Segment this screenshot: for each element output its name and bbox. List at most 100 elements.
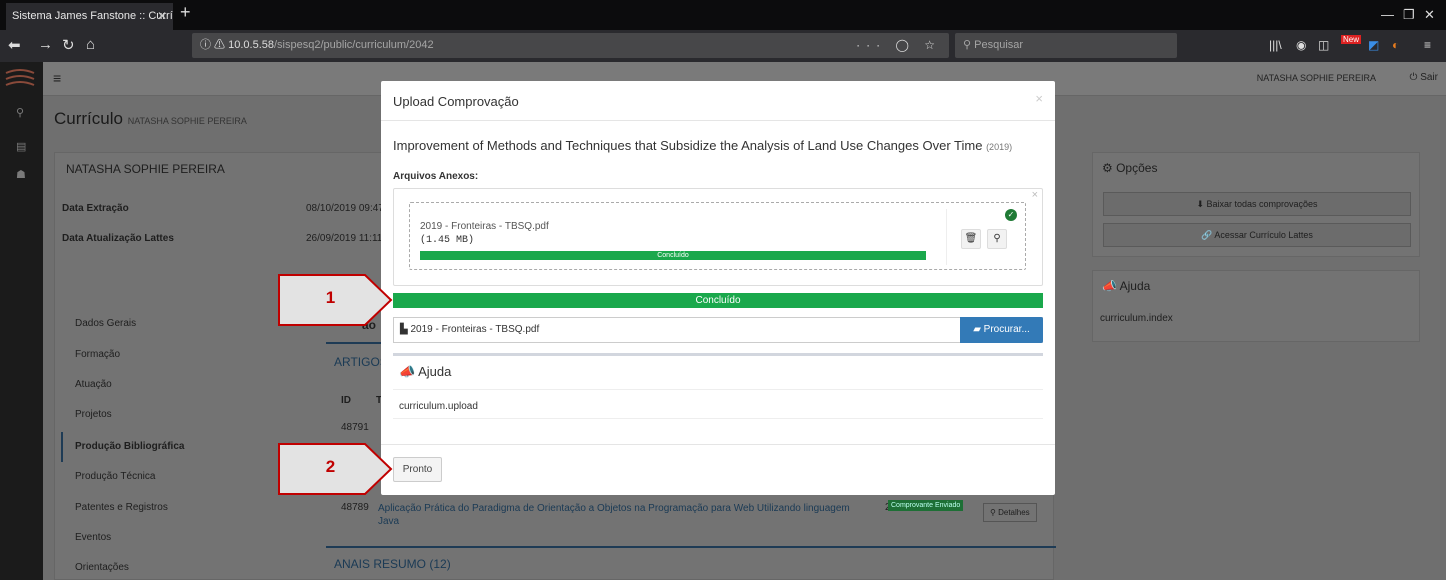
row-title-link[interactable]: Aplicação Prática do Paradigma de Orient… (378, 502, 868, 528)
file-name: 2019 - Fronteiras - TBSQ.pdf (420, 221, 549, 232)
nav-item-producao-tecnica[interactable]: Produção Técnica (75, 471, 155, 482)
file-actions: ✓ 🗑 ⚲ (946, 209, 1024, 265)
browse-label: Procurar... (983, 324, 1030, 335)
file-preview: 2019 - Fronteiras - TBSQ.pdf (1.45 MB) C… (409, 202, 1026, 270)
details-label: Detalhes (998, 508, 1030, 517)
page-title: Currículo NATASHA SOPHIE PEREIRA (54, 109, 247, 129)
nav-item-dados-gerais[interactable]: Dados Gerais (75, 318, 136, 329)
close-window-icon[interactable]: ✕ (1424, 7, 1435, 23)
nav-item-formacao[interactable]: Formação (75, 349, 120, 360)
restore-icon[interactable]: ❐ (1403, 7, 1415, 23)
home-icon[interactable]: ⌂ (86, 36, 95, 53)
file-progress-bar: Concluído (420, 251, 926, 260)
browser-tab-bar: Sistema James Fanstone :: Currículo ✕ + … (0, 0, 1446, 30)
browser-tab[interactable]: Sistema James Fanstone :: Currículo ✕ (6, 3, 173, 30)
nav-item-eventos[interactable]: Eventos (75, 532, 111, 543)
back-icon[interactable]: ⬅ (8, 36, 21, 54)
help-divider (393, 389, 1043, 390)
callout-2: 2 (278, 443, 393, 495)
search-input[interactable]: ⚲ Pesquisar (955, 33, 1177, 58)
site-info-icon[interactable]: ⓘ ⚠ (200, 39, 228, 51)
file-progress-fill: Concluído (420, 251, 926, 260)
zoom-icon[interactable]: ⚲ (987, 229, 1007, 249)
dropzone[interactable]: × 2019 - Fronteiras - TBSQ.pdf (1.45 MB)… (393, 188, 1043, 286)
file-size: (1.45 MB) (420, 235, 475, 246)
page-subtitle: NATASHA SOPHIE PEREIRA (127, 116, 247, 126)
upload-progress-bar: Concluído (393, 293, 1043, 308)
search-icon: ⚲ (963, 39, 975, 51)
url-bar[interactable]: ⓘ ⚠ 10.0.5.58/sispesq2/public/curriculum… (192, 33, 949, 58)
work-year: (2019) (986, 142, 1013, 152)
url-path: /sispesq2/public/curriculum/2042 (274, 39, 434, 51)
page-actions-icon[interactable]: ··· ◯ ☆ (856, 33, 941, 58)
work-title: Improvement of Methods and Techniques th… (393, 138, 1012, 153)
profile-name: NATASHA SOPHIE PEREIRA (66, 162, 225, 176)
row-id: 48789 (341, 502, 369, 513)
page-help-text: curriculum.index (1100, 313, 1173, 324)
check-icon: ✓ (1005, 209, 1017, 221)
logout-button[interactable]: ⏻ Sair (1410, 72, 1439, 83)
browser-nav-bar: ⬅ → ↻ ⌂ ⓘ ⚠ 10.0.5.58/sispesq2/public/cu… (0, 30, 1446, 62)
close-icon[interactable]: × (1035, 91, 1043, 106)
file-input[interactable]: ▙ 2019 - Fronteiras - TBSQ.pdf ▰ Procura… (393, 317, 1043, 343)
reload-icon[interactable]: ↻ (62, 36, 75, 54)
new-tab-button[interactable]: + (180, 2, 191, 23)
logo-icon (5, 69, 35, 86)
selected-file-name: 2019 - Fronteiras - TBSQ.pdf (410, 324, 540, 335)
active-nav-indicator (61, 432, 63, 462)
menu-icon[interactable]: ≡ (53, 70, 61, 86)
col-header-id: ID (341, 395, 351, 406)
lattes-label: Acessar Currículo Lattes (1214, 230, 1313, 240)
nav-item-atuacao[interactable]: Atuação (75, 379, 112, 390)
page-title-text: Currículo (54, 109, 123, 128)
left-sidebar: ⚲ ▤ ☗ (0, 62, 43, 580)
modal-footer-divider (381, 444, 1055, 445)
sidebar-icon[interactable]: ◫ (1318, 38, 1329, 52)
nav-item-patentes[interactable]: Patentes e Registros (75, 502, 168, 513)
nav-item-projetos[interactable]: Projetos (75, 409, 112, 420)
new-badge-icon[interactable]: New (1341, 35, 1362, 44)
forward-icon[interactable]: → (38, 36, 53, 53)
options-title: ⚙ Opções (1102, 161, 1158, 175)
row-label: Data Atualização Lattes (62, 233, 174, 244)
browse-button[interactable]: ▰ Procurar... (960, 317, 1043, 343)
callout-1: 1 (278, 274, 393, 326)
callout-number: 2 (325, 457, 336, 476)
logout-label: Sair (1420, 72, 1438, 83)
search-placeholder: Pesquisar (974, 39, 1024, 51)
options-title-text: Opções (1116, 161, 1158, 175)
modal-header: Upload Comprovação × (381, 81, 1055, 121)
browser-menu-icon[interactable]: ≡ (1424, 38, 1431, 52)
lattes-button[interactable]: 🔗 Acessar Currículo Lattes (1103, 223, 1411, 247)
minimize-icon[interactable]: — (1381, 7, 1394, 22)
modal-title: Upload Comprovação (393, 94, 519, 109)
row-label: Data Extração (62, 203, 129, 214)
row-id: 48791 (341, 422, 369, 433)
nav-item-producao-bibliografica[interactable]: Produção Bibliográfica (75, 441, 184, 452)
search-icon[interactable]: ⚲ (16, 106, 24, 119)
close-tab-icon[interactable]: ✕ (157, 3, 167, 30)
download-all-button[interactable]: ⬇ Baixar todas comprovações (1103, 192, 1411, 216)
close-icon[interactable]: × (1032, 189, 1038, 201)
page-help-title-text: Ajuda (1119, 279, 1151, 293)
modal-help-title-text: Ajuda (418, 364, 452, 379)
page-help-title: 📣 Ajuda (1102, 279, 1151, 293)
callout-number: 1 (325, 288, 336, 307)
users-icon[interactable]: ☗ (16, 168, 26, 181)
extension-icon[interactable]: ◉ (1296, 38, 1306, 52)
nav-item-orientacoes[interactable]: Orientações (75, 562, 129, 573)
attachments-label: Arquivos Anexos: (393, 171, 479, 182)
addon-icon[interactable]: ◐ (1392, 38, 1399, 52)
anais-header: ANAIS RESUMO (12) (334, 557, 451, 571)
document-icon[interactable]: ▤ (16, 140, 26, 153)
modal-help-title: 📣 Ajuda (399, 364, 452, 379)
row-value: 08/10/2019 09:47 (306, 203, 384, 214)
done-button[interactable]: Pronto (393, 457, 442, 482)
trash-icon[interactable]: 🗑 (961, 229, 981, 249)
work-title-text: Improvement of Methods and Techniques th… (393, 138, 983, 153)
library-icon[interactable]: |||\ (1269, 38, 1282, 52)
details-button[interactable]: ⚲ Detalhes (983, 503, 1037, 522)
edit-icon[interactable]: ◩ (1368, 38, 1379, 52)
selected-file: ▙ 2019 - Fronteiras - TBSQ.pdf (400, 324, 540, 335)
user-name[interactable]: NATASHA SOPHIE PEREIRA (1257, 73, 1376, 83)
